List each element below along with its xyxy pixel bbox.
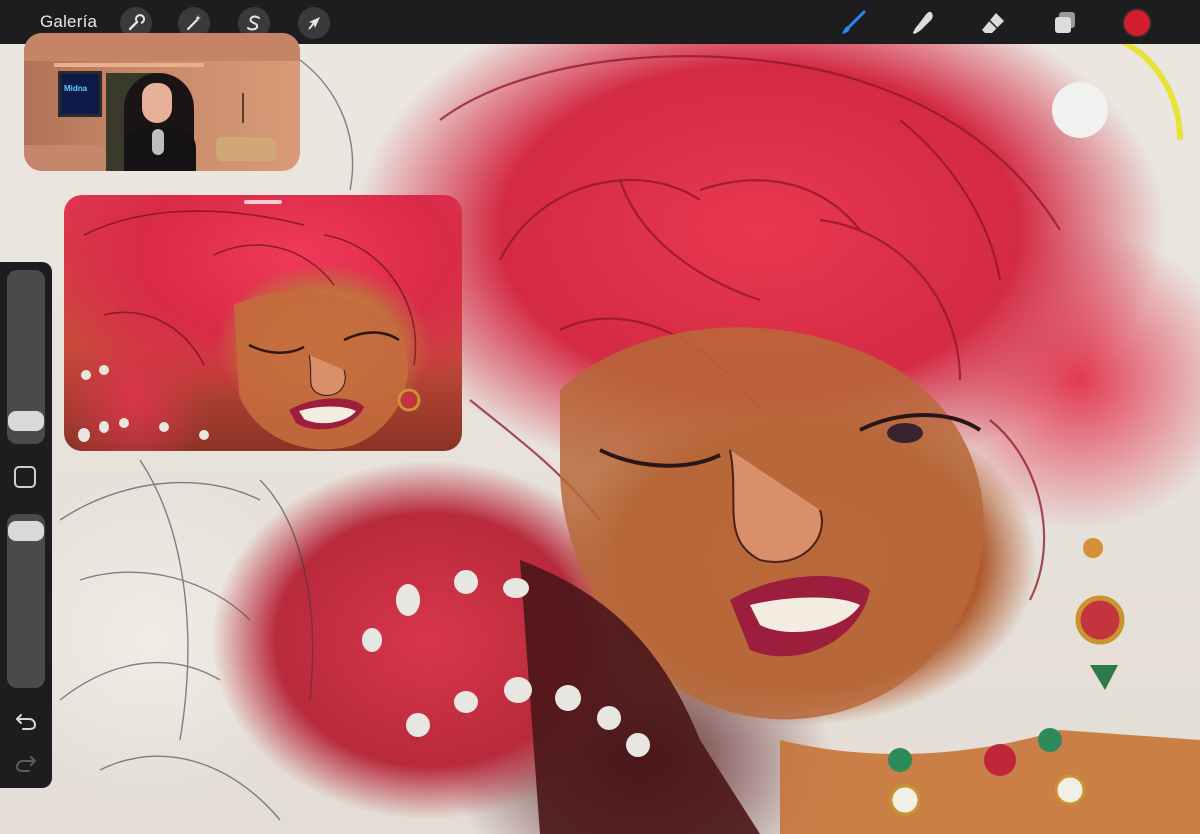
microphone (152, 129, 164, 155)
wrench-icon (128, 14, 145, 31)
basket (216, 137, 276, 161)
reference-drag-handle[interactable] (244, 200, 282, 204)
modify-button[interactable] (14, 466, 36, 488)
undo-icon (16, 714, 37, 730)
color-picker-button[interactable] (1122, 8, 1152, 38)
reference-artwork (78, 210, 421, 450)
opacity-slider[interactable] (7, 514, 45, 688)
magic-wand-icon (186, 15, 201, 31)
smudge-tool-button[interactable] (908, 8, 938, 38)
redo-button[interactable] (12, 750, 40, 776)
brush-tool-button[interactable] (838, 8, 868, 38)
layers-icon (1055, 12, 1075, 33)
brush-icon (842, 10, 866, 34)
shelf (54, 63, 204, 67)
reference-window[interactable] (64, 195, 462, 451)
opacity-thumb[interactable] (8, 520, 44, 541)
lamp-cord (242, 93, 244, 123)
left-sidebar (0, 262, 52, 788)
smudge-finger-icon (913, 11, 933, 34)
gallery-button[interactable]: Galería (40, 12, 97, 32)
shelf-top (24, 33, 300, 61)
redo-icon (15, 756, 36, 772)
selection-s-icon (247, 15, 260, 31)
transform-button[interactable] (298, 7, 330, 39)
camera-overlay[interactable]: Midna (24, 33, 300, 171)
eraser-tool-button[interactable] (978, 8, 1008, 38)
brush-size-thumb[interactable] (8, 411, 44, 432)
person-face (142, 83, 172, 123)
monitor-text: Midna (64, 84, 88, 93)
eraser-icon (982, 13, 1004, 33)
layers-button[interactable] (1050, 8, 1080, 38)
undo-button[interactable] (12, 708, 40, 734)
brush-size-slider[interactable] (7, 270, 45, 444)
arrow-cursor-icon (308, 17, 320, 30)
monitor: Midna (58, 71, 102, 117)
